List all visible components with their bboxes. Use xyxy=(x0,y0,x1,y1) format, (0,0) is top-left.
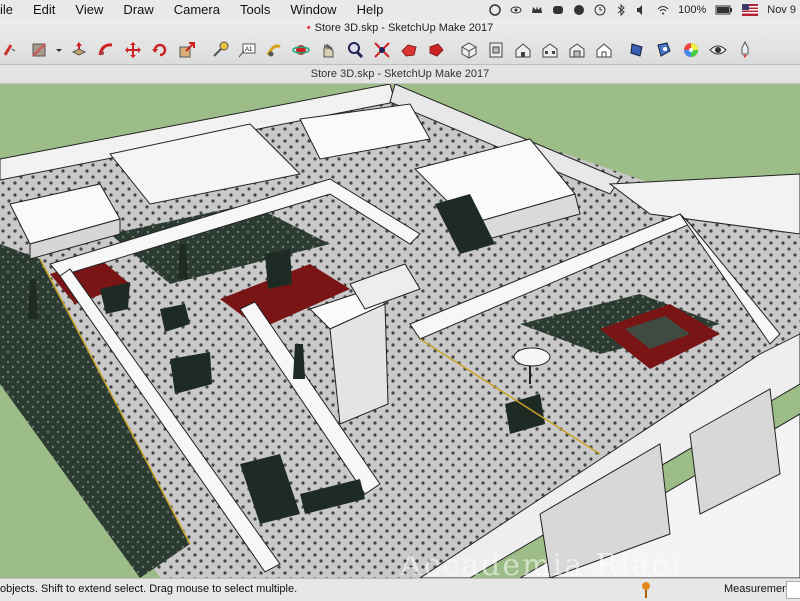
chevron-down-icon xyxy=(56,49,62,52)
tool-buttons: A1 xyxy=(0,38,760,62)
eraser-icon xyxy=(3,44,16,56)
rocket-icon xyxy=(741,41,749,58)
menu-view[interactable]: View xyxy=(65,0,113,20)
eye-menu-icon[interactable] xyxy=(510,4,522,16)
walk-look-button[interactable] xyxy=(706,39,730,61)
follow-me-icon xyxy=(98,43,113,56)
left-view-icon xyxy=(596,43,612,58)
top-view-icon xyxy=(489,42,503,58)
paint-dropdown-button[interactable] xyxy=(54,39,64,61)
shadows-button[interactable] xyxy=(625,39,649,61)
zoom-extents-icon xyxy=(374,42,390,58)
push-pull-button[interactable] xyxy=(67,39,91,61)
svg-text:A1: A1 xyxy=(245,47,253,53)
pushpin-icon[interactable] xyxy=(638,581,654,599)
pan-button[interactable] xyxy=(316,39,340,61)
crown-icon[interactable] xyxy=(531,4,543,16)
menu-window[interactable]: Window xyxy=(280,0,346,20)
fog-icon xyxy=(657,42,671,57)
text-icon: A1 xyxy=(238,43,256,58)
previous-view-icon xyxy=(401,44,417,57)
window-title-bar: Store 3D.skp - SketchUp Make 2017 xyxy=(0,65,800,84)
front-view-icon xyxy=(515,43,531,58)
bluetooth-icon[interactable] xyxy=(615,4,627,16)
fog-button[interactable] xyxy=(652,39,676,61)
tape-measure-button[interactable] xyxy=(208,39,232,61)
scale-icon xyxy=(179,42,195,58)
measurements-input[interactable] xyxy=(786,581,800,599)
color-wheel-button[interactable] xyxy=(679,39,703,61)
dimension-icon xyxy=(266,44,281,57)
creative-cloud-icon[interactable] xyxy=(489,4,501,16)
pan-icon xyxy=(323,43,334,58)
menu-edit[interactable]: Edit xyxy=(23,0,65,20)
rotate-icon xyxy=(152,43,167,57)
iso-view-icon xyxy=(461,42,477,59)
app-circle-icon[interactable] xyxy=(573,4,585,16)
volume-icon[interactable] xyxy=(636,4,648,16)
eraser-button[interactable] xyxy=(0,39,24,61)
status-hint: objects. Shift to extend select. Drag mo… xyxy=(0,583,298,595)
top-view-button[interactable] xyxy=(484,39,508,61)
menu-file[interactable]: ile xyxy=(0,0,23,20)
eye-icon xyxy=(709,45,727,55)
close-document-icon[interactable]: • xyxy=(307,22,311,34)
tape-measure-icon xyxy=(213,41,229,57)
move-icon xyxy=(125,42,141,58)
back-view-icon xyxy=(569,43,585,58)
battery-icon[interactable] xyxy=(715,4,733,16)
orbit-button[interactable] xyxy=(289,39,313,61)
zoom-button[interactable] xyxy=(343,39,367,61)
menu-draw[interactable]: Draw xyxy=(113,0,163,20)
shadows-icon xyxy=(630,43,643,57)
left-view-button[interactable] xyxy=(592,39,616,61)
move-button[interactable] xyxy=(121,39,145,61)
display-rack[interactable] xyxy=(265,249,292,289)
status-bar: objects. Shift to extend select. Drag mo… xyxy=(0,578,800,601)
menu-tools[interactable]: Tools xyxy=(230,0,280,20)
round-table[interactable] xyxy=(513,347,551,367)
iso-view-button[interactable] xyxy=(457,39,481,61)
scale-button[interactable] xyxy=(175,39,199,61)
dimension-button[interactable] xyxy=(262,39,286,61)
right-view-button[interactable] xyxy=(538,39,562,61)
paint-bucket-button[interactable] xyxy=(27,39,51,61)
right-view-icon xyxy=(542,43,558,58)
wifi-icon[interactable] xyxy=(657,4,669,16)
color-wheel-icon xyxy=(684,43,698,57)
time-machine-icon[interactable] xyxy=(594,4,606,16)
zoom-extents-button[interactable] xyxy=(370,39,394,61)
mannequin-3[interactable] xyxy=(293,344,305,379)
menu-camera[interactable]: Camera xyxy=(164,0,230,20)
front-view-button[interactable] xyxy=(511,39,535,61)
orbit-icon xyxy=(292,45,310,55)
menu-clock: Nov 9 xyxy=(767,4,796,16)
text-button[interactable]: A1 xyxy=(235,39,259,61)
next-view-button[interactable] xyxy=(424,39,448,61)
window-title: Store 3D.skp - SketchUp Make 2017 xyxy=(310,68,490,80)
previous-view-button[interactable] xyxy=(397,39,421,61)
menu-help[interactable]: Help xyxy=(347,0,394,20)
back-view-button[interactable] xyxy=(565,39,589,61)
battery-percent: 100% xyxy=(678,4,707,16)
store-3d-model[interactable] xyxy=(0,84,800,578)
line-app-icon[interactable] xyxy=(552,4,564,16)
document-tab-title: • Store 3D.skp - SketchUp Make 2017 xyxy=(306,22,494,34)
follow-me-button[interactable] xyxy=(94,39,118,61)
menu-bar-status-area: 100% Nov 9 xyxy=(489,0,800,20)
rotate-button[interactable] xyxy=(148,39,172,61)
push-pull-icon xyxy=(71,42,87,56)
model-viewport[interactable] xyxy=(0,84,800,578)
us-flag-icon[interactable] xyxy=(742,4,759,16)
zoom-icon xyxy=(348,42,364,59)
paint-bucket-icon xyxy=(32,43,46,57)
next-view-icon xyxy=(429,43,444,57)
extension-button[interactable] xyxy=(733,39,757,61)
